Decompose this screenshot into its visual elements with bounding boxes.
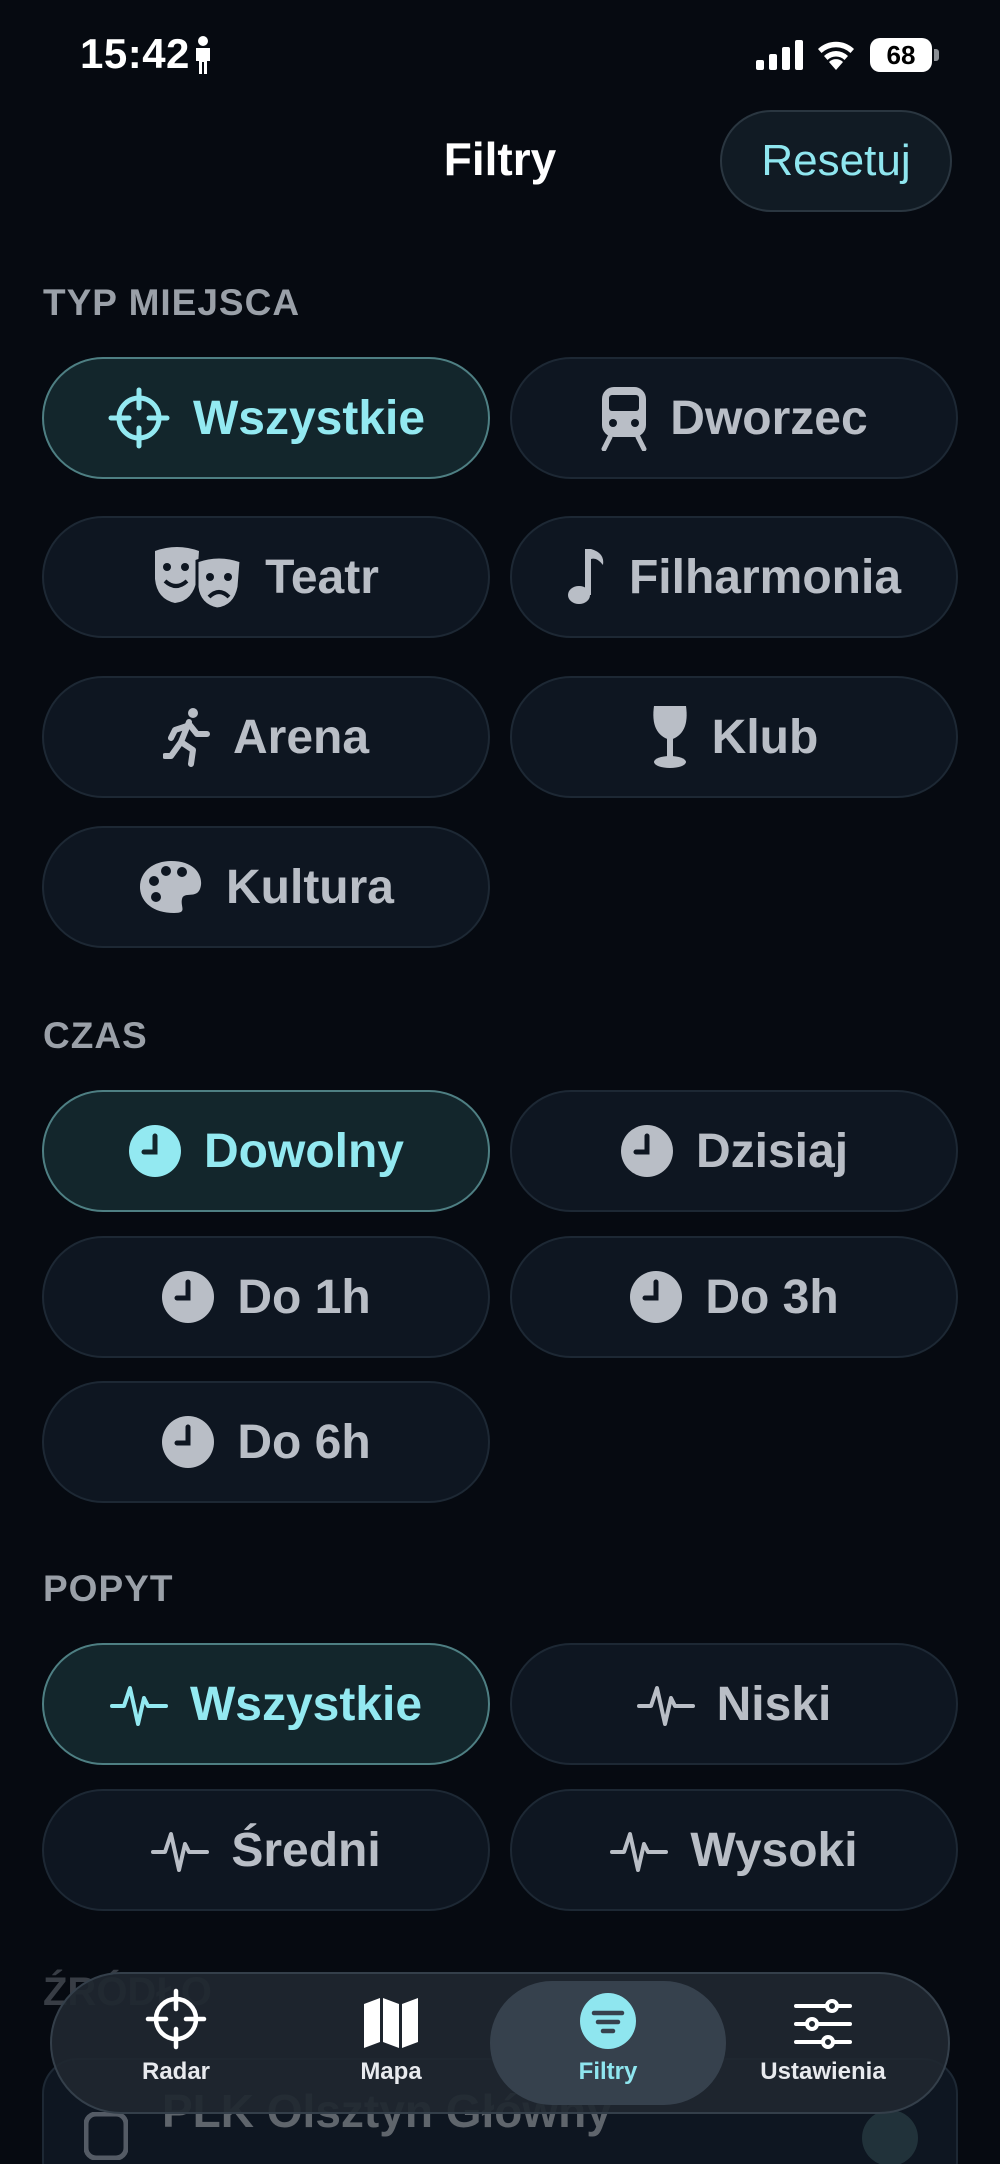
chip-label: Teatr <box>265 550 379 604</box>
pulse-icon <box>636 1678 695 1730</box>
chip-label: Filharmonia <box>628 550 902 604</box>
reset-button[interactable]: Resetuj <box>720 110 952 212</box>
wine-glass-icon <box>650 704 690 770</box>
battery-tip <box>934 49 939 61</box>
clock-icon <box>128 1124 182 1178</box>
running-figure-icon <box>162 706 211 768</box>
demand-filter-medium[interactable]: Średni <box>42 1789 490 1911</box>
place-filter-culture[interactable]: Kultura <box>42 826 490 948</box>
tab-label: Mapa <box>360 2058 422 2085</box>
tab-map[interactable]: Mapa <box>281 1980 501 2106</box>
place-filter-club[interactable]: Klub <box>510 676 958 798</box>
clock-icon <box>629 1270 683 1324</box>
music-note-icon <box>567 547 607 607</box>
cellular-signal-icon <box>756 40 803 70</box>
palette-icon <box>138 859 204 915</box>
tab-radar[interactable]: Radar <box>66 1980 286 2106</box>
clock-icon <box>161 1415 215 1469</box>
chip-label: Do 3h <box>705 1270 839 1324</box>
chip-label: Średni <box>231 1823 381 1877</box>
pulse-icon <box>109 1678 168 1730</box>
wifi-icon <box>818 41 854 70</box>
demand-filter-low[interactable]: Niski <box>510 1643 958 1765</box>
chip-label: Kultura <box>226 860 394 914</box>
tab-label: Filtry <box>578 2058 638 2085</box>
chip-label: Arena <box>232 710 370 764</box>
demand-filter-all[interactable]: Wszystkie <box>42 1643 490 1765</box>
crosshair-icon <box>145 1988 207 2050</box>
place-filter-station[interactable]: Dworzec <box>510 357 958 479</box>
section-label-demand: POPYT <box>43 1568 174 1609</box>
chip-label: Dowolny <box>204 1124 404 1178</box>
status-bar: 15:42 68 <box>0 0 1000 110</box>
sliders-icon <box>794 1999 852 2049</box>
theater-masks-icon <box>153 545 243 609</box>
battery-indicator: 68 <box>870 38 932 72</box>
clock-icon <box>620 1124 674 1178</box>
train-icon <box>84 2112 128 2160</box>
time-filter-1h[interactable]: Do 1h <box>42 1236 490 1358</box>
chip-label: Wszystkie <box>192 391 426 445</box>
time-filter-any[interactable]: Dowolny <box>42 1090 490 1212</box>
person-icon <box>196 36 210 74</box>
chip-label: Wszystkie <box>189 1677 423 1731</box>
clock-icon <box>161 1270 215 1324</box>
pulse-icon <box>151 1824 210 1876</box>
place-filter-all[interactable]: Wszystkie <box>42 357 490 479</box>
tab-label: Ustawienia <box>760 2058 886 2085</box>
filter-icon <box>580 1993 636 2049</box>
pulse-icon <box>610 1824 669 1876</box>
place-filter-theater[interactable]: Teatr <box>42 516 490 638</box>
place-filter-philharmonic[interactable]: Filharmonia <box>510 516 958 638</box>
train-icon <box>600 385 648 451</box>
chip-label: Dworzec <box>670 391 868 445</box>
time-filter-today[interactable]: Dzisiaj <box>510 1090 958 1212</box>
map-icon <box>364 1998 418 2048</box>
crosshair-icon <box>107 386 171 450</box>
chip-label: Wysoki <box>690 1823 858 1877</box>
section-label-time: CZAS <box>43 1015 148 1056</box>
tab-settings[interactable]: Ustawienia <box>713 1980 933 2106</box>
section-label-place-type: TYP MIEJSCA <box>43 282 301 323</box>
time-filter-6h[interactable]: Do 6h <box>42 1381 490 1503</box>
status-time: 15:42 <box>80 30 190 77</box>
tab-label: Radar <box>141 2058 211 2085</box>
checkmark-icon <box>862 2110 918 2164</box>
chip-label: Do 6h <box>237 1415 371 1469</box>
tab-filters[interactable]: Filtry <box>498 1980 718 2106</box>
chip-label: Klub <box>711 710 819 764</box>
time-filter-3h[interactable]: Do 3h <box>510 1236 958 1358</box>
demand-filter-high[interactable]: Wysoki <box>510 1789 958 1911</box>
chip-label: Niski <box>716 1677 832 1731</box>
chip-label: Dzisiaj <box>695 1124 849 1178</box>
chip-label: Do 1h <box>237 1270 371 1324</box>
place-filter-arena[interactable]: Arena <box>42 676 490 798</box>
